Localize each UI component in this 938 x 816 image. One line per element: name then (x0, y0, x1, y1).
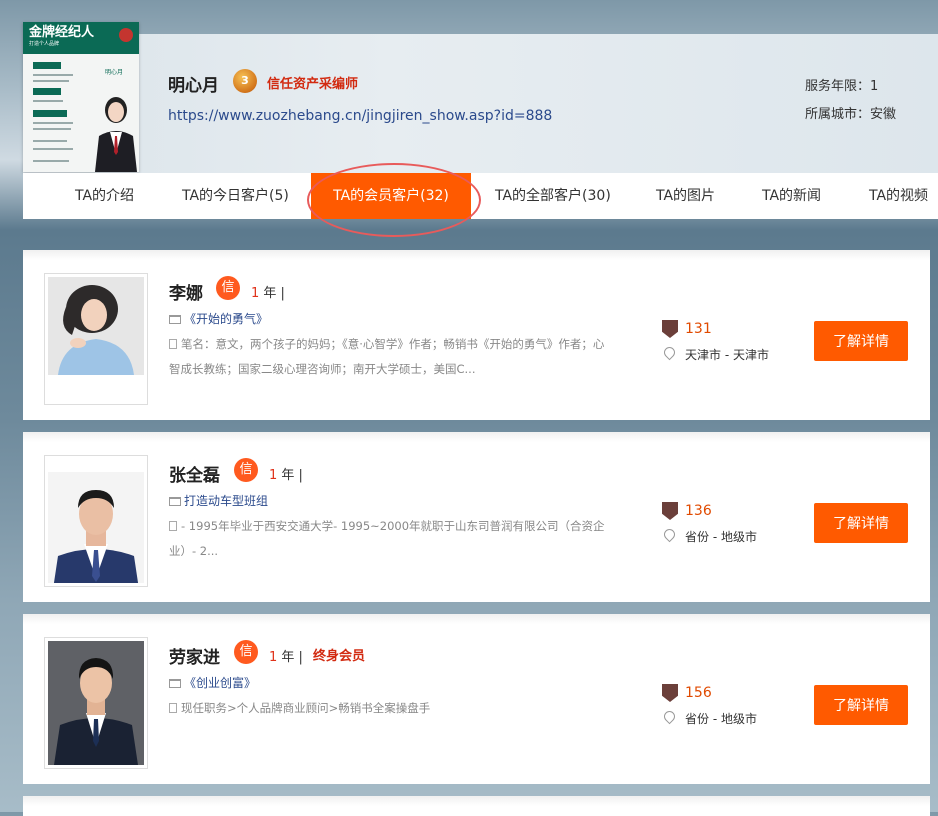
shield-icon (662, 502, 678, 520)
poster-badge-icon (119, 28, 133, 42)
location-pin-icon (661, 526, 678, 543)
poster-line (33, 100, 63, 102)
tab-highlight-ring (307, 163, 481, 237)
location-pin-icon (661, 708, 678, 725)
card-shade (23, 614, 930, 624)
view-details-button[interactable]: 了解详情 (814, 503, 908, 543)
poster-line (33, 128, 71, 130)
poster-name: 明心月 (105, 69, 124, 76)
member-card: 张全磊 信 1 年 | 打造动车型班组 - 1995年毕业于西安交通大学- 19… (23, 432, 930, 602)
tab-pictures[interactable]: TA的图片 (656, 173, 715, 219)
book-icon (169, 679, 181, 688)
member-book-title: 打造动车型班组 (184, 494, 269, 508)
tab-news[interactable]: TA的新闻 (762, 173, 821, 219)
member-score: 136 (685, 503, 712, 519)
profile-url-link[interactable]: https://www.zuozhebang.cn/jingjiren_show… (168, 108, 552, 124)
card-shade (23, 432, 930, 442)
poster-line (33, 122, 73, 124)
lifetime-member-badge: 终身会员 (313, 649, 366, 664)
member-description: - 1995年毕业于西安交通大学- 1995~2000年就职于山东司普润有限公司… (169, 514, 609, 564)
member-name: 李娜 (169, 284, 203, 304)
card-shade (23, 250, 930, 260)
member-description: 现任职务>个人品牌商业顾问>畅销书全案操盘手 (169, 696, 609, 721)
member-description-text: 现任职务>个人品牌商业顾问>畅销书全案操盘手 (181, 701, 431, 715)
level-medal-icon: 3 (233, 69, 257, 93)
member-location: 天津市 - 天津市 (685, 348, 769, 362)
member-years: 1 年 | (269, 646, 303, 665)
tab-intro[interactable]: TA的介绍 (75, 173, 134, 219)
member-card (23, 796, 930, 816)
poster-line (33, 74, 73, 76)
member-photo (48, 472, 144, 583)
trust-xin-icon: 信 (234, 640, 258, 664)
member-score: 156 (685, 685, 712, 701)
member-card: 李娜 信 1 年 | 《开始的勇气》 笔名：意文，两个孩子的妈妈；《意·心智学》… (23, 250, 930, 420)
member-book-title: 《创业创富》 (184, 676, 257, 690)
member-book[interactable]: 打造动车型班组 (169, 492, 268, 509)
member-name: 张全磊 (169, 466, 220, 486)
member-description-text: 笔名：意文，两个孩子的妈妈；《意·心智学》作者；畅销书《开始的勇气》作者；心智成… (169, 337, 605, 376)
member-years-suffix: 年 | (277, 650, 303, 665)
member-years-suffix: 年 | (277, 468, 303, 483)
tab-all-clients[interactable]: TA的全部客户(30) (495, 173, 611, 219)
poster-tag (33, 110, 67, 117)
broker-name: 明心月 (168, 76, 219, 96)
poster-line (33, 160, 69, 162)
trust-xin-icon: 信 (234, 458, 258, 482)
view-details-button[interactable]: 了解详情 (814, 321, 908, 361)
member-photo-frame[interactable] (44, 637, 148, 769)
member-years-suffix: 年 | (259, 286, 285, 301)
poster-tag (33, 88, 61, 95)
member-score: 131 (685, 321, 712, 337)
book-icon (169, 315, 181, 324)
document-icon (169, 703, 177, 713)
view-details-button[interactable]: 了解详情 (814, 685, 908, 725)
member-location: 省份 - 地级市 (685, 712, 757, 726)
member-photo (48, 641, 144, 765)
member-book[interactable]: 《创业创富》 (169, 674, 256, 691)
member-years: 1 年 | (269, 464, 303, 483)
member-photo-frame[interactable] (44, 273, 148, 405)
city: 所属城市：安徽 (805, 107, 897, 122)
member-description: 笔名：意文，两个孩子的妈妈；《意·心智学》作者；畅销书《开始的勇气》作者；心智成… (169, 332, 609, 382)
member-card: 劳家进 信 1 年 | 终身会员 《创业创富》 现任职务>个人品牌商业顾问>畅销… (23, 614, 930, 784)
poster-title: 金牌经纪人 (29, 25, 95, 40)
shield-icon (662, 320, 678, 338)
member-book-title: 《开始的勇气》 (184, 312, 269, 326)
poster-line (33, 140, 67, 142)
member-book[interactable]: 《开始的勇气》 (169, 310, 268, 327)
member-years: 1 年 | (251, 282, 285, 301)
location-pin-icon (661, 344, 678, 361)
shield-icon (662, 684, 678, 702)
poster-person-icon (95, 97, 137, 172)
card-shade (23, 796, 930, 806)
poster-tag (33, 62, 61, 69)
broker-poster-image[interactable]: 金牌经纪人 打造个人品牌 明心月 (23, 22, 139, 172)
trust-xin-icon: 信 (216, 276, 240, 300)
poster-line (33, 148, 73, 150)
document-icon (169, 339, 177, 349)
member-location: 省份 - 地级市 (685, 530, 757, 544)
service-years: 服务年限：1 (805, 79, 879, 94)
broker-title: 信任资产采编师 (267, 77, 359, 92)
poster-line (33, 80, 69, 82)
member-description-text: - 1995年毕业于西安交通大学- 1995~2000年就职于山东司普润有限公司… (169, 519, 605, 558)
book-icon (169, 497, 181, 506)
member-photo-frame[interactable] (44, 455, 148, 587)
document-icon (169, 521, 177, 531)
tab-today-clients[interactable]: TA的今日客户(5) (182, 173, 289, 219)
member-name: 劳家进 (169, 648, 220, 668)
member-photo (48, 277, 144, 375)
tab-videos[interactable]: TA的视频 (869, 173, 928, 219)
profile-header (23, 34, 938, 173)
